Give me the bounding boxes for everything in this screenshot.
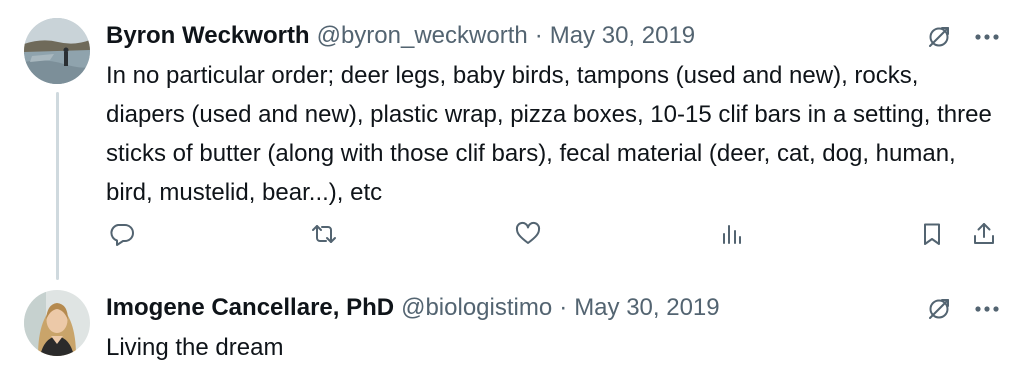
avatar-image-byron <box>24 18 90 84</box>
tweet-date[interactable]: May 30, 2019 <box>550 20 695 52</box>
retweet-icon[interactable] <box>306 216 342 252</box>
tweet-header: Imogene Cancellare, PhD @biologistimo · … <box>106 292 720 324</box>
separator-dot: · <box>559 294 568 321</box>
tweet-imogene[interactable]: Imogene Cancellare, PhD @biologistimo · … <box>0 272 1024 384</box>
bookmark-icon[interactable] <box>914 216 950 252</box>
heart-icon[interactable] <box>510 216 546 252</box>
share-icon[interactable] <box>966 216 1002 252</box>
display-name[interactable]: Imogene Cancellare, PhD <box>106 292 394 324</box>
avatar-image-imogene <box>24 290 90 356</box>
analytics-icon[interactable] <box>714 216 750 252</box>
tweet-text: Living the dream <box>106 334 284 361</box>
user-handle[interactable]: @byron_weckworth <box>317 20 528 52</box>
tweet-date[interactable]: May 30, 2019 <box>574 292 719 324</box>
reply-icon[interactable] <box>104 216 140 252</box>
avatar[interactable] <box>24 290 90 356</box>
grok-icon[interactable] <box>922 20 956 54</box>
tweet-thread: Byron Weckworth @byron_weckworth · May 3… <box>0 0 1024 384</box>
tweet-actions <box>0 216 1024 252</box>
tweet-header: Byron Weckworth @byron_weckworth · May 3… <box>106 20 695 52</box>
display-name[interactable]: Byron Weckworth <box>106 20 310 52</box>
grok-icon[interactable] <box>922 292 956 326</box>
tweet-text: In no particular order; deer legs, baby … <box>106 62 992 206</box>
avatar[interactable] <box>24 18 90 84</box>
user-handle[interactable]: @biologistimo <box>401 292 552 324</box>
separator-dot: · <box>534 22 543 49</box>
more-icon[interactable] <box>970 292 1004 326</box>
tweet-byron[interactable]: Byron Weckworth @byron_weckworth · May 3… <box>0 0 1024 280</box>
more-icon[interactable] <box>970 20 1004 54</box>
